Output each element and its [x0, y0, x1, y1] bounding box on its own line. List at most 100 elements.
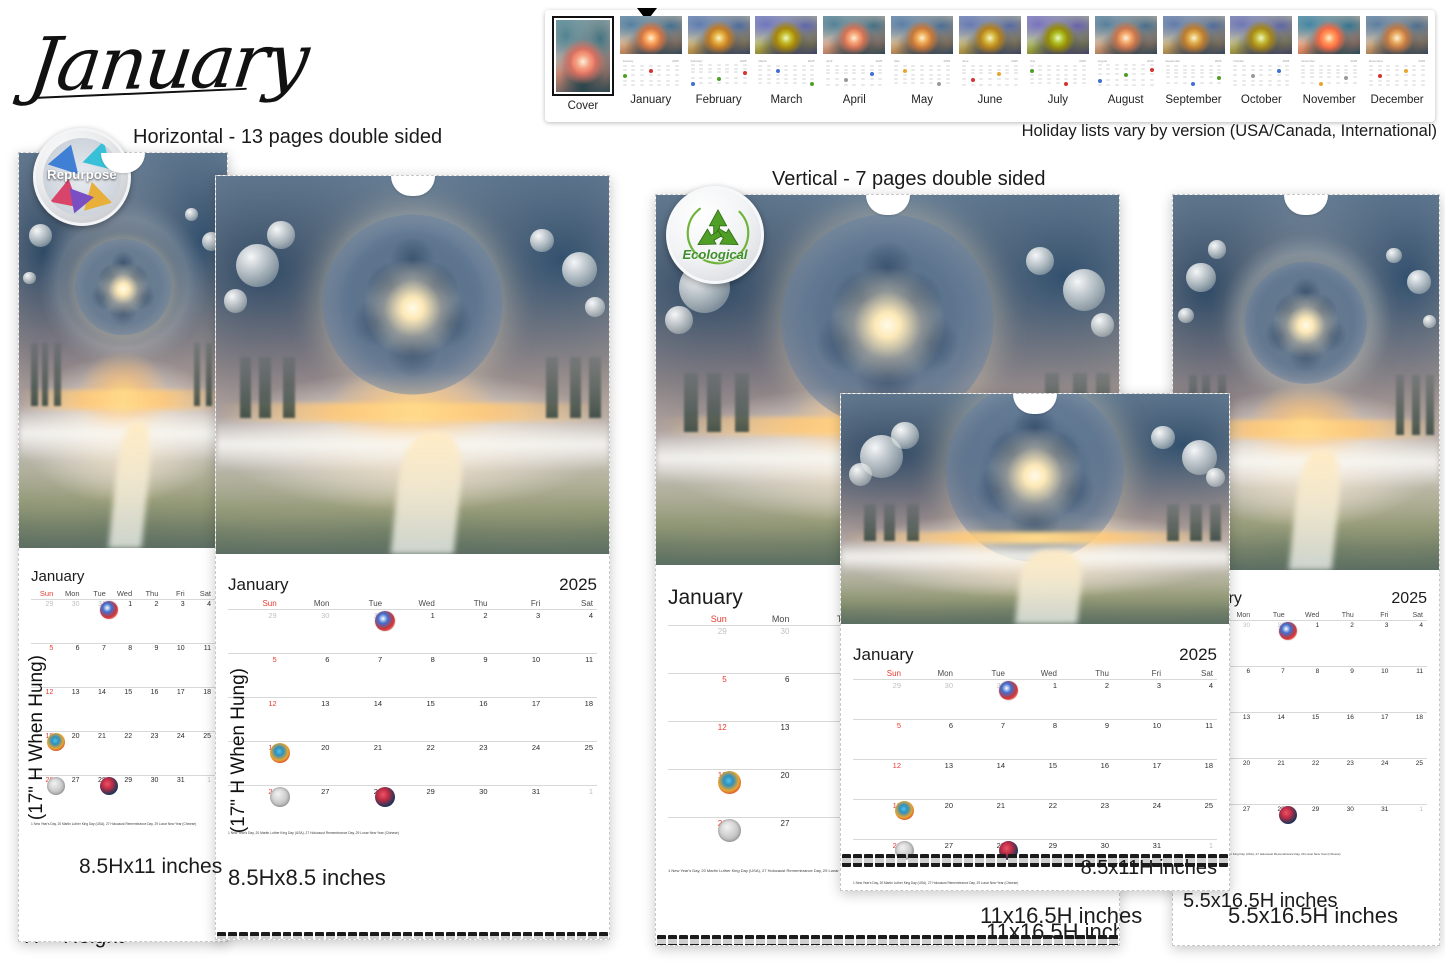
thumbnail-frame: January 2025: [619, 16, 682, 90]
weekday-header-tue: Tue: [991, 668, 1006, 678]
calendar-day-cell: 6: [57, 643, 84, 688]
calendar-pane: JanuarySunMonTueWedThuFriSat293031123456…: [19, 562, 227, 941]
thumbnail-mini-calendar: October 2025: [1230, 54, 1293, 90]
thumbnail-january[interactable]: January 2025 January: [618, 16, 684, 106]
calendar-day-cell: 21: [1254, 757, 1289, 805]
weekday-header-sun: Sun: [39, 589, 54, 599]
calendar-day-cell: 6: [280, 652, 334, 698]
calendar-day-number: 6: [1246, 667, 1251, 675]
calendar-day-cell: 23: [1323, 757, 1358, 805]
calendar-day-cell: 2: [1323, 619, 1358, 667]
calendar-day-number: 11: [203, 645, 211, 653]
calendar-day-number: 10: [531, 654, 541, 664]
calendar-day-number: 22: [1312, 759, 1320, 767]
weekday-header-mon: Mon: [64, 589, 80, 599]
calendar-day-cell: 5: [668, 673, 731, 722]
thumbnail-mini-calendar: March 2025: [755, 54, 818, 90]
cloud-sphere: [1385, 247, 1402, 264]
page-title: January: [24, 17, 313, 109]
thumbnail-label: August: [1107, 94, 1144, 106]
thumbnail-label: May: [911, 94, 933, 106]
thumbnail-june[interactable]: June 2025 June: [957, 16, 1023, 106]
spire-silhouette: [1396, 375, 1405, 435]
spire-silhouette: [569, 357, 582, 418]
calendar-day-cell: 31: [491, 784, 545, 830]
calendar-day-number: 29: [45, 601, 54, 609]
thumbnail-cover[interactable]: Cover: [550, 16, 616, 112]
product-card-8-5x11H[interactable]: January2025SunMonTueWedThuFriSat29303112…: [840, 393, 1230, 891]
calendar-month-name: January: [853, 644, 914, 664]
spiral-wire-binding: [1173, 945, 1439, 946]
thumbnail-october[interactable]: October 2025 October: [1228, 16, 1294, 106]
thumbnail-february[interactable]: February 2025 February: [686, 16, 752, 106]
calendar-month-name: January: [228, 574, 289, 594]
month-thumbnail-strip[interactable]: Cover January 2025 January February 2025 Febru…: [545, 8, 1435, 122]
calendar-day-number: 27: [944, 840, 953, 850]
spire-silhouette: [1166, 504, 1179, 542]
calendar-day-cell: 9: [1323, 665, 1358, 713]
cloud-sphere: [585, 296, 606, 317]
spire-silhouette: [1190, 504, 1202, 542]
calendar-day-cell: 27: [47, 775, 84, 820]
cosmic-orb: [322, 214, 503, 395]
thumbnail-label: January: [630, 94, 672, 106]
calendar-day-number: 18: [1204, 760, 1213, 770]
calendar-day-number: 31: [1152, 840, 1161, 850]
calendar-day-cell: 25: [188, 731, 215, 776]
thumbnail-mini-calendar: May 2025: [891, 54, 954, 90]
thumbnail-july[interactable]: July 2025 July: [1025, 16, 1091, 106]
cloud-sphere: [665, 306, 694, 334]
calendar-day-number: 24: [176, 733, 185, 741]
calendar-day-cell: 27: [718, 817, 794, 866]
thumbnail-september[interactable]: September 2025 September: [1161, 16, 1227, 106]
calendar-day-number: 31: [1381, 805, 1389, 813]
calendar-day-number: 22: [1048, 800, 1057, 810]
calendar-day-cell: 30: [136, 775, 163, 820]
calendar-day-cell: 23: [136, 731, 163, 776]
calendar-day-number: 13: [321, 698, 330, 708]
thumbnail-frame: June 2025: [958, 16, 1021, 90]
thumbnail-march[interactable]: March 2025 March: [754, 16, 820, 106]
thumbnail-december[interactable]: December 2025 December: [1364, 16, 1430, 106]
thumbnail-august[interactable]: August 2025 August: [1093, 16, 1159, 106]
calendar-day-cell: 6: [730, 673, 794, 722]
new-years-day-icon: [375, 610, 396, 631]
calendar-day-number: 29: [892, 680, 901, 690]
calendar-day-number: 5: [272, 654, 277, 664]
ecological-badge: Ecological: [666, 186, 764, 284]
calendar-day-cell: 2: [136, 599, 163, 644]
calendar-day-cell: 29: [99, 775, 137, 820]
calendar-day-number: 22: [124, 733, 133, 741]
product-card-8-5Hx11[interactable]: JanuarySunMonTueWedThuFriSat293031123456…: [18, 152, 228, 942]
thumbnail-april[interactable]: April 2025 April: [821, 16, 887, 106]
calendar-day-number: 21: [996, 800, 1005, 810]
january-calendar-grid: JanuarySunMonTueWedThuFriSat293031123456…: [19, 562, 227, 833]
cloud-sphere: [267, 221, 295, 249]
weekday-header-thu: Thu: [1095, 668, 1109, 678]
thumbnail-mini-calendar: August 2025: [1094, 54, 1157, 90]
cloud-sphere: [1423, 315, 1437, 329]
calendar-day-number: 13: [944, 760, 953, 770]
weekday-header-sat: Sat: [580, 598, 593, 608]
thumbnail-artwork: [1366, 16, 1429, 54]
calendar-day-cell: 29: [1278, 803, 1324, 851]
calendar-day-cell: 14: [1254, 711, 1289, 759]
thumbnail-may[interactable]: May 2025 May: [889, 16, 955, 106]
calendar-day-number: 14: [996, 760, 1005, 770]
calendar-day-number: 12: [892, 760, 901, 770]
calendar-table: SunMonTueWedThuFriSat2930311234567891011…: [853, 669, 1217, 880]
calendar-day-cell: 1: [99, 599, 137, 644]
cloud-sphere: [848, 463, 873, 487]
calendar-week-row: 12 13 14 15 16 17 18: [228, 696, 597, 742]
thumbnail-frame: August 2025: [1094, 16, 1157, 90]
thumbnail-mini-calendar: January 2025: [619, 54, 682, 90]
cloud-sphere: [223, 289, 248, 313]
calendar-day-number: 29: [1048, 840, 1057, 850]
calendar-day-number: 3: [1156, 680, 1161, 690]
martin-luther-king-day-icon: [269, 742, 290, 763]
thumbnail-november[interactable]: November 2025 November: [1296, 16, 1362, 106]
spire-silhouette: [706, 372, 721, 432]
calendar-week-row: 19202122232425: [228, 740, 597, 786]
product-card-8-5Hx8-5[interactable]: January2025SunMonTueWedThuFriSat29303112…: [215, 175, 610, 940]
calendar-day-cell: 16: [1323, 711, 1358, 759]
